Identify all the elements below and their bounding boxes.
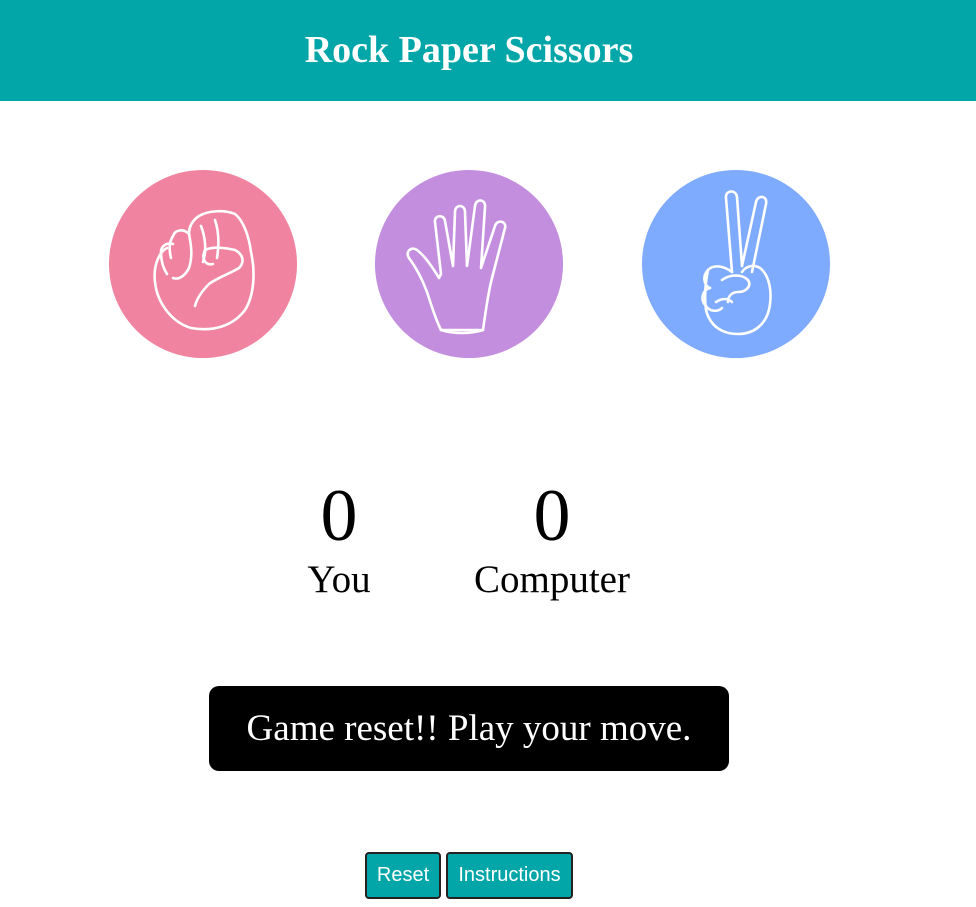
header-bar: Rock Paper Scissors xyxy=(0,0,976,101)
instructions-button[interactable]: Instructions xyxy=(446,852,573,899)
user-score-value: 0 xyxy=(320,475,358,557)
user-score-panel: 0 You xyxy=(278,474,400,602)
scissors-choice-button[interactable] xyxy=(642,170,830,358)
peace-hand-icon xyxy=(642,170,830,358)
rock-choice-button[interactable] xyxy=(109,170,297,358)
result-message: Game reset!! Play your move. xyxy=(209,686,729,771)
computer-score-panel: 0 Computer xyxy=(462,474,642,602)
user-score-label: You xyxy=(307,558,371,601)
open-hand-icon xyxy=(375,170,563,358)
reset-button[interactable]: Reset xyxy=(365,852,441,899)
computer-score-value: 0 xyxy=(533,475,571,557)
paper-choice-button[interactable] xyxy=(375,170,563,358)
computer-score-label: Computer xyxy=(474,558,630,601)
fist-icon xyxy=(109,170,297,358)
game-title: Rock Paper Scissors xyxy=(304,29,634,71)
